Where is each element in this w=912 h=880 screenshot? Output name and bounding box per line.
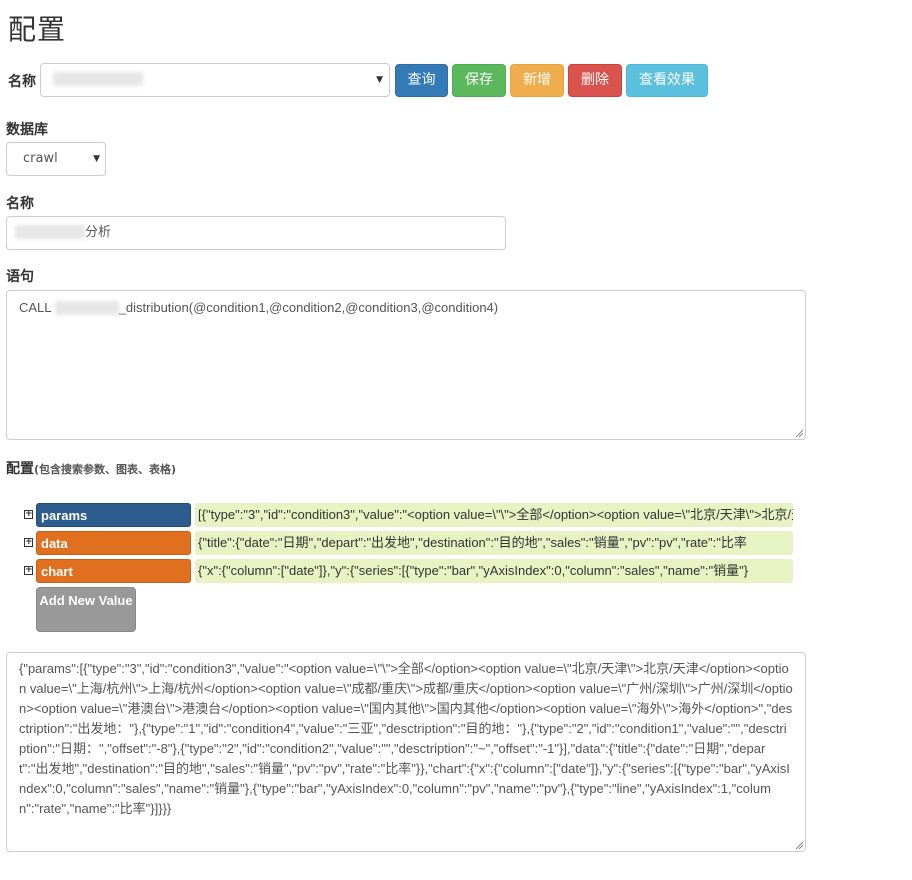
config-key-chart[interactable]: chart [36,559,191,583]
name-select-label: 名称 [8,74,36,90]
add-button[interactable]: 新增 [510,64,564,97]
config-heading: 配置(包含搜索参数、图表、表格) [6,461,177,477]
config-json-textarea[interactable]: {"params":[{"type":"3","id":"condition3"… [6,652,806,852]
resize-handle-icon[interactable] [795,841,803,849]
chevron-down-icon: ▼ [93,154,100,164]
statement-label: 语句 [6,269,34,285]
redacted-text [53,71,143,86]
name-field-label: 名称 [6,196,34,212]
config-key-data[interactable]: data [36,531,191,555]
statement-textarea[interactable]: CALL _distribution(@condition1,@conditio… [6,290,806,440]
expand-icon[interactable]: + [24,510,33,519]
config-value-chart[interactable]: {"x":{"column":["date"]},"y":{"series":[… [195,559,793,583]
save-button[interactable]: 保存 [452,64,506,97]
redacted-text [54,300,119,315]
expand-icon[interactable]: + [24,538,33,547]
name-input[interactable]: 分析 [6,216,506,250]
view-result-button[interactable]: 查看效果 [626,64,708,97]
config-key-params[interactable]: params [36,503,191,527]
redacted-text [15,224,85,239]
add-new-value-button[interactable]: Add New Value [36,587,136,632]
config-hint: (包含搜索参数、图表、表格) [34,463,177,476]
database-label: 数据库 [6,122,48,138]
database-select[interactable]: crawl ▼ [6,142,106,176]
config-name-select[interactable]: ▼ [40,63,390,97]
config-value-data[interactable]: {"title":{"date":"日期","depart":"出发地","de… [195,531,793,555]
expand-icon[interactable]: + [24,566,33,575]
query-button[interactable]: 查询 [395,64,448,97]
delete-button[interactable]: 删除 [568,64,622,97]
config-value-params[interactable]: [{"type":"3","id":"condition3","value":"… [195,503,793,527]
resize-handle-icon[interactable] [795,429,803,437]
chevron-down-icon: ▼ [376,75,383,85]
page-title: 配置 [8,13,67,46]
